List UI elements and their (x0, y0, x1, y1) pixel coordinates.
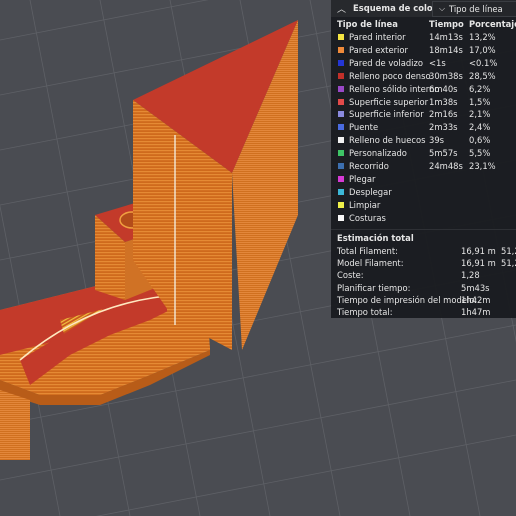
legend-name: Limpiar (349, 199, 381, 210)
estimate-label: Planificar tiempo: (337, 282, 411, 293)
estimate-label: Tiempo de impresión del modelo: (337, 294, 478, 305)
estimate-row: Model Filament: 16,91 m 51,26 (331, 258, 516, 270)
legend-swatch (338, 85, 344, 92)
legend-name: Plegar (349, 173, 376, 184)
legend-time: 1m38s (429, 96, 458, 107)
legend-name: Superficie superior (349, 96, 429, 107)
legend-row[interactable]: Puente 2m33s 2,4% (331, 121, 516, 134)
legend-row[interactable]: Costuras (331, 212, 516, 225)
legend-percent: 5,5% (469, 148, 491, 159)
estimate-title: Estimación total (337, 233, 414, 243)
legend-percent: 0,6% (469, 135, 491, 146)
legend-row[interactable]: Superficie inferior 2m16s 2,1% (331, 108, 516, 121)
legend-name: Relleno sólido interno (349, 83, 440, 94)
legend-row[interactable]: Plegar (331, 173, 516, 186)
legend-row[interactable]: Recorrido 24m48s 23,1% (331, 160, 516, 173)
legend-time: <1s (429, 57, 446, 68)
legend-time: 5m57s (429, 148, 458, 159)
legend-name: Recorrido (349, 161, 389, 171)
legend-row[interactable]: Relleno sólido interno 6m40s 6,2% (331, 83, 516, 96)
legend-swatch (338, 59, 344, 66)
view-type-dropdown[interactable]: ⌵ Tipo de línea (432, 1, 516, 17)
legend-row[interactable]: Desplegar (331, 186, 516, 199)
legend-percent: 28,5% (469, 70, 496, 81)
legend-name: Pared exterior (349, 44, 408, 55)
legend-swatch (338, 175, 344, 182)
estimate-value: 16,91 m (461, 246, 496, 256)
legend-name: Superficie inferior (349, 109, 424, 120)
legend-time: 39s (429, 135, 445, 146)
legend-percent: <0.1% (469, 57, 498, 68)
legend-time: 30m38s (429, 70, 463, 81)
legend-swatch (338, 163, 344, 169)
legend-name: Desplegar (349, 186, 392, 197)
estimate-row: Tiempo de impresión del modelo: 1h42m (331, 295, 516, 307)
left-lower-block (0, 390, 30, 460)
color-scheme-panel: ︿ Esquema de colores ⌵ Tipo de línea Tip… (331, 0, 516, 318)
header-time: Tiempo (429, 19, 464, 29)
legend-swatch (338, 150, 344, 157)
legend-name: Pared interior (349, 32, 406, 42)
legend-row[interactable]: Limpiar (331, 199, 516, 212)
estimate-value: 1h47m (461, 307, 491, 317)
chevron-down-icon: ⌵ (439, 4, 446, 13)
legend-swatch (338, 111, 344, 118)
estimate-row: Planificar tiempo: 5m43s (331, 283, 516, 295)
legend-swatch (338, 46, 344, 53)
legend-row[interactable]: Relleno poco denso 30m38s 28,5% (331, 70, 516, 83)
divider (331, 229, 516, 230)
legend-time: 6m40s (429, 83, 458, 94)
legend-name: Relleno de huecos (349, 135, 426, 146)
legend-swatch (338, 124, 344, 131)
legend-name: Personalizado (349, 148, 407, 159)
legend-row[interactable]: Superficie superior 1m38s 1,5% (331, 96, 516, 109)
legend-swatch (338, 98, 344, 105)
estimate-value: 1,28 (461, 270, 480, 281)
legend-row[interactable]: Relleno de huecos 39s 0,6% (331, 134, 516, 147)
legend-name: Costuras (349, 212, 386, 223)
legend-percent: 17,0% (469, 44, 496, 55)
estimate-row: Coste: 1,28 (331, 270, 516, 282)
legend-percent: 1,5% (469, 96, 491, 107)
estimate-label: Tiempo total: (337, 307, 393, 317)
legend-row[interactable]: Pared exterior 18m14s 17,0% (331, 44, 516, 57)
estimate-value: 5m43s (461, 282, 490, 293)
legend-swatch (338, 34, 344, 40)
legend-time: 18m14s (429, 44, 463, 55)
legend-time: 2m33s (429, 122, 458, 133)
legend-swatch (338, 214, 344, 221)
legend-swatch (338, 137, 344, 144)
legend-row[interactable]: Pared de voladizo <1s <0.1% (331, 57, 516, 70)
legend-percent: 6,2% (469, 83, 491, 94)
legend-row[interactable]: Pared interior 14m13s 13,2% (331, 31, 516, 44)
legend-time: 14m13s (429, 32, 463, 42)
legend-percent: 13,2% (469, 32, 496, 42)
estimate-row: Total Filament: 16,91 m 51,26 (331, 246, 516, 258)
header-percent: Porcentaje (469, 19, 516, 29)
legend-swatch (338, 201, 344, 208)
estimate-value: 16,91 m (461, 258, 496, 269)
legend-time: 2m16s (429, 109, 458, 120)
estimate-label: Total Filament: (337, 246, 398, 256)
estimate-value-extra: 51,26 (501, 246, 516, 256)
header-line-type: Tipo de línea (337, 19, 398, 29)
panel-header: ︿ Esquema de colores ⌵ Tipo de línea (331, 0, 516, 17)
legend-percent: 2,1% (469, 109, 491, 120)
legend-name: Relleno poco denso (349, 70, 431, 81)
estimate-row: Tiempo total: 1h47m (331, 307, 516, 318)
estimate-label: Model Filament: (337, 258, 404, 269)
legend-row[interactable]: Personalizado 5m57s 5,5% (331, 147, 516, 160)
legend-time: 24m48s (429, 161, 463, 171)
legend-name: Puente (349, 122, 379, 133)
collapse-chevron-icon[interactable]: ︿ (337, 2, 346, 15)
estimate-label: Coste: (337, 270, 364, 281)
legend-percent: 23,1% (469, 161, 496, 171)
estimate-value: 1h42m (461, 294, 491, 305)
legend-percent: 2,4% (469, 122, 491, 133)
legend-swatch (338, 72, 344, 79)
estimate-value-extra: 51,26 (501, 258, 516, 269)
legend-name: Pared de voladizo (349, 57, 424, 68)
legend-swatch (338, 188, 344, 195)
view-type-selected: Tipo de línea (449, 4, 503, 14)
